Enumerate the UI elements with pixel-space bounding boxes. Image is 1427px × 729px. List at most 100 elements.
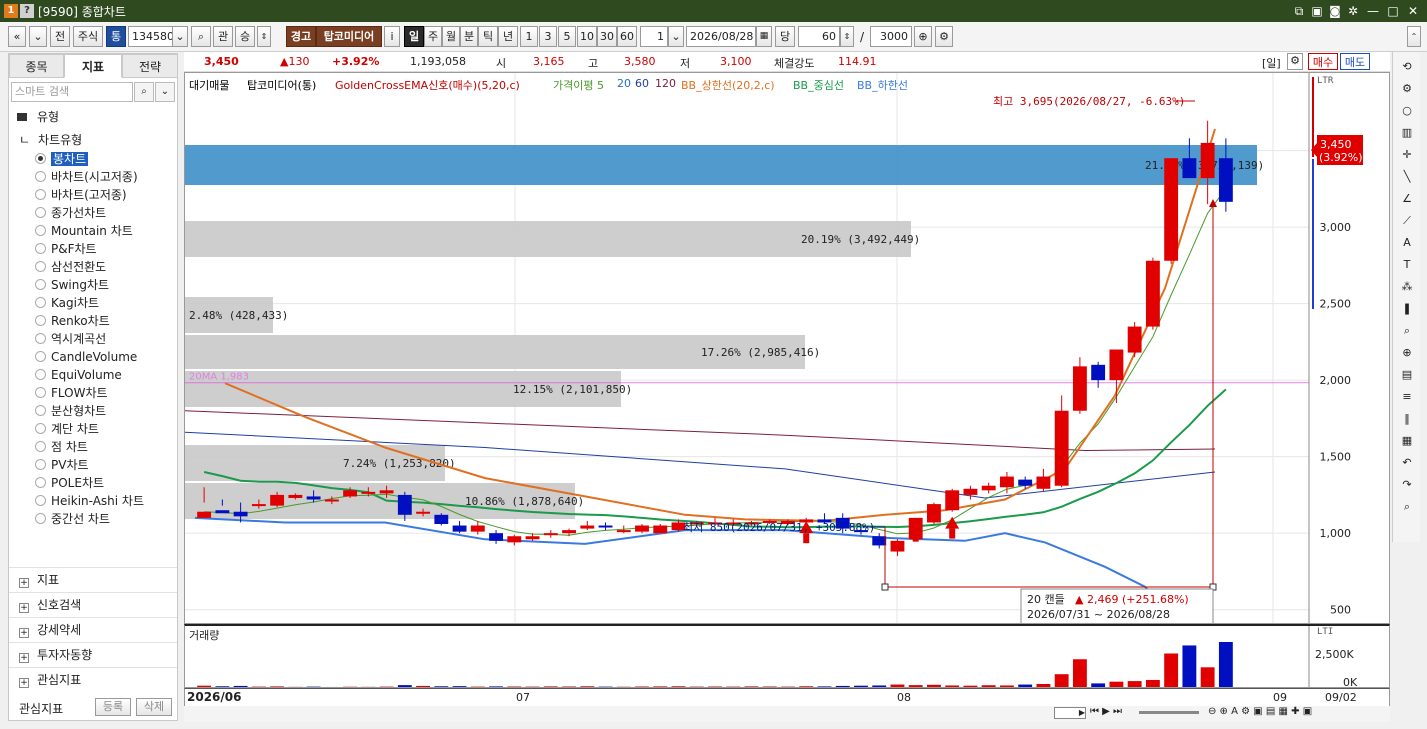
period-tick[interactable]: 틱 <box>478 26 498 47</box>
radio-button[interactable] <box>35 189 46 200</box>
price-chart[interactable]: 대기매물 탑코미디어(통) GoldenCrossEMA신호(매수)(5,20,c)… <box>184 72 1390 624</box>
minute-3[interactable]: 3 <box>539 26 557 47</box>
radio-button[interactable] <box>35 315 46 326</box>
zoom-controls-icon[interactable]: ⊖ ⊕ A ⚙ ▣ ▤ ▦ ✚ ▣ <box>1208 706 1312 717</box>
minimize-icon[interactable]: — <box>1364 2 1382 20</box>
radio-button[interactable] <box>35 171 46 182</box>
chart-type-item[interactable]: 중간선 차트 <box>35 510 110 528</box>
expand-plus-icon[interactable]: + <box>19 628 29 638</box>
section-item[interactable]: + 투자자동향 <box>9 642 177 666</box>
search-icon[interactable]: ⌕ <box>134 82 154 102</box>
tab-strategy[interactable]: 전략 <box>122 54 178 78</box>
chart-type-item[interactable]: P&F차트 <box>35 240 97 258</box>
chart-type-item[interactable]: EquiVolume <box>35 366 122 384</box>
minute-30[interactable]: 30 <box>597 26 617 47</box>
gwan-button[interactable]: 관 <box>213 26 233 47</box>
radio-button[interactable] <box>35 423 46 434</box>
radio-button[interactable] <box>35 387 46 398</box>
maximize-icon[interactable]: □ <box>1384 2 1402 20</box>
view-spin-icon[interactable]: ⇕ <box>840 26 854 47</box>
gear-icon[interactable]: ⚙ <box>1287 53 1303 70</box>
pattern-icon[interactable]: ⁂ <box>1397 278 1417 296</box>
angle-icon[interactable]: ∠ <box>1397 190 1417 208</box>
info-button[interactable]: i <box>384 26 400 47</box>
legend-item[interactable]: BB_하한선 <box>857 77 908 93</box>
register-button[interactable]: 등록 <box>95 698 131 716</box>
bar-icon[interactable]: ▥ <box>1397 124 1417 142</box>
radio-button[interactable] <box>35 441 46 452</box>
legend-item[interactable]: GoldenCrossEMA신호(매수)(5,20,c) <box>335 77 520 93</box>
chart-type-item[interactable]: FLOW차트 <box>35 384 108 402</box>
refresh-icon[interactable]: ⟲ <box>1397 58 1417 76</box>
candle-icon[interactable]: ❚ <box>1397 300 1417 318</box>
fib-icon[interactable]: ≡ <box>1397 388 1417 406</box>
minute-5[interactable]: 5 <box>558 26 576 47</box>
chart-type-item[interactable]: Heikin-Ashi 차트 <box>35 492 144 510</box>
ruler-icon[interactable]: ▤ <box>1397 366 1417 384</box>
section-item[interactable]: + 신호검색 <box>9 592 177 616</box>
radio-button[interactable] <box>35 333 46 344</box>
legend-item[interactable]: 120 <box>655 77 676 90</box>
line-icon[interactable]: ╲ <box>1397 168 1417 186</box>
period-year[interactable]: 년 <box>498 26 518 47</box>
chart-type-item[interactable]: 계단 차트 <box>35 420 99 438</box>
scroll-right-icon[interactable]: ▶ <box>1054 707 1086 719</box>
radio-button[interactable] <box>35 477 46 488</box>
radio-button[interactable] <box>35 513 46 524</box>
expand-plus-icon[interactable]: + <box>19 578 29 588</box>
radio-button[interactable] <box>35 243 46 254</box>
app-badge-icon[interactable]: 1 <box>4 4 18 18</box>
radio-button[interactable] <box>35 225 46 236</box>
zoom-in-icon[interactable]: ⊕ <box>914 26 932 47</box>
legend-item[interactable]: 20 <box>617 77 631 90</box>
expand-plus-icon[interactable]: + <box>19 653 29 663</box>
chart-type-item[interactable]: 종가선차트 <box>35 204 106 222</box>
volume-chart[interactable]: 거래량 2,500K 0K LTI <box>184 624 1390 688</box>
legend-item[interactable]: BB_상한선(20,2,c) <box>681 77 775 93</box>
trend-icon[interactable]: ⟋ <box>1397 212 1417 230</box>
legend-item[interactable]: 60 <box>635 77 649 90</box>
magnifier-icon[interactable]: ⌕ <box>1397 322 1417 340</box>
collapse-icon[interactable]: ⌃ <box>1407 26 1421 47</box>
period-minute[interactable]: 분 <box>460 26 478 47</box>
radio-button[interactable] <box>35 369 46 380</box>
period-month[interactable]: 월 <box>442 26 460 47</box>
seung-button[interactable]: 승 <box>235 26 255 47</box>
spin-icon[interactable]: ⇕ <box>257 26 271 47</box>
expand-icon[interactable]: ⌄ <box>155 82 175 102</box>
minute-1[interactable]: 1 <box>520 26 538 47</box>
help-icon[interactable]: ? <box>20 4 34 18</box>
chart-type-item[interactable]: PV차트 <box>35 456 89 474</box>
chart-type-item[interactable]: Renko차트 <box>35 312 110 330</box>
stock-name[interactable]: 탑코미디어 <box>316 26 382 47</box>
radio-button[interactable] <box>35 153 46 164</box>
dang-button[interactable]: 당 <box>775 26 795 47</box>
section-item[interactable]: + 관심지표 <box>9 667 177 691</box>
code-dropdown-icon[interactable]: ⌄ <box>172 26 188 47</box>
sell-button[interactable]: 매도 <box>1340 53 1370 70</box>
view-count-input[interactable]: 60 <box>798 26 840 47</box>
minute-10[interactable]: 10 <box>577 26 597 47</box>
period-day[interactable]: 일 <box>404 26 424 47</box>
grid-icon[interactable]: ▦ <box>1397 432 1417 450</box>
jeon-button[interactable]: 전 <box>50 26 70 47</box>
chart-type-header[interactable]: ㄴ 차트유형 <box>19 131 82 149</box>
copy-icon[interactable]: ▣ <box>1308 2 1326 20</box>
radio-button[interactable] <box>35 351 46 362</box>
dropdown-icon[interactable]: ⌄ <box>29 26 47 47</box>
minute-60[interactable]: 60 <box>617 26 637 47</box>
radio-button[interactable] <box>35 207 46 218</box>
delete-button[interactable]: 삭제 <box>136 698 172 716</box>
tab-stock[interactable]: 종목 <box>9 54 64 78</box>
legend-item[interactable]: 탑코미디어(통) <box>247 77 316 93</box>
vlines-icon[interactable]: ‖ <box>1397 410 1417 428</box>
redo-icon[interactable]: ↷ <box>1397 476 1417 494</box>
gear-icon[interactable]: ⚙ <box>1397 80 1417 98</box>
chart-type-item[interactable]: 봉차트 <box>35 150 89 168</box>
period-count-input[interactable]: 1 <box>640 26 668 47</box>
legend-item[interactable]: 대기매물 <box>189 77 229 93</box>
buy-button[interactable]: 매수 <box>1308 53 1338 70</box>
crosshair-icon[interactable]: ✛ <box>1397 146 1417 164</box>
search-icon[interactable]: ⌕ <box>1397 498 1417 516</box>
chart-type-item[interactable]: 역시계곡선 <box>35 330 106 348</box>
